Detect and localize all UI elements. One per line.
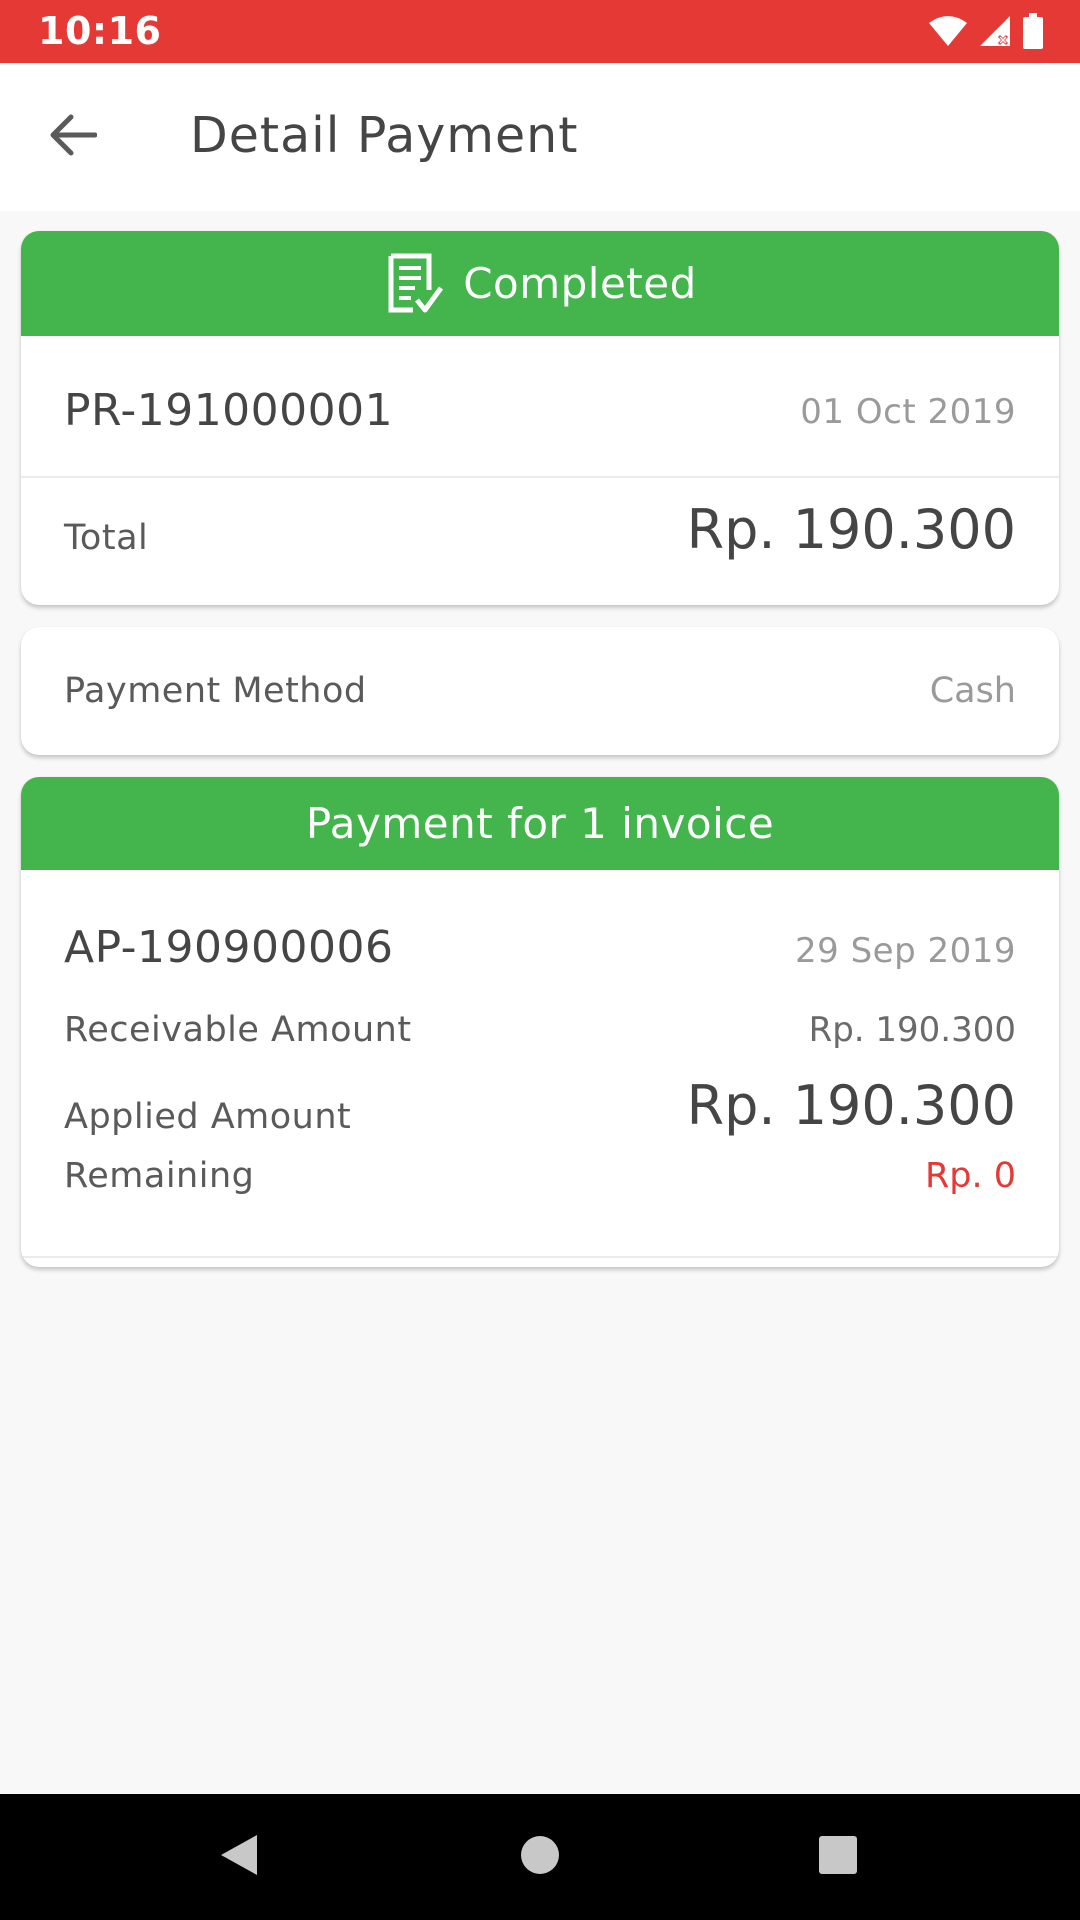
invoice-item[interactable]: AP-190900006 29 Sep 2019 Receivable Amou…: [21, 870, 1059, 1265]
remaining-label: Remaining: [64, 1156, 255, 1196]
invoice-number: AP-190900006: [64, 922, 394, 973]
payment-date: 01 Oct 2019: [800, 392, 1016, 432]
page-title: Detail Payment: [190, 107, 579, 164]
status-label: Completed: [463, 258, 697, 308]
invoices-header-label: Payment for 1 invoice: [305, 798, 775, 848]
receivable-amount-label: Receivable Amount: [64, 1010, 412, 1050]
receivable-amount-value: Rp. 190.300: [808, 1010, 1016, 1050]
back-triangle-icon: [217, 1831, 261, 1883]
nav-back-button[interactable]: [204, 1822, 274, 1892]
total-row: Total Rp. 190.300: [21, 478, 1059, 605]
applied-amount-value: Rp. 190.300: [686, 1074, 1016, 1137]
receipt-check-icon: [383, 252, 445, 316]
wifi-icon: [928, 15, 968, 47]
invoice-date: 29 Sep 2019: [795, 931, 1016, 971]
app-bar: Detail Payment: [0, 63, 1080, 211]
remaining-value: Rp. 0: [924, 1156, 1016, 1196]
total-amount: Rp. 190.300: [686, 498, 1016, 561]
total-label: Total: [64, 518, 149, 558]
status-time: 10:16: [38, 9, 162, 53]
invoices-card: Payment for 1 invoice AP-190900006 29 Se…: [21, 777, 1059, 1267]
divider: [21, 1256, 1059, 1258]
status-banner: Completed: [21, 231, 1059, 336]
nav-recents-button[interactable]: [803, 1822, 873, 1892]
recents-square-icon: [818, 1835, 858, 1879]
payment-summary-card: Completed PR-191000001 01 Oct 2019 Total…: [21, 231, 1059, 605]
home-circle-icon: [520, 1835, 560, 1879]
nav-home-button[interactable]: [505, 1822, 575, 1892]
payment-method-card: Payment Method Cash: [21, 627, 1059, 755]
status-icons: [918, 12, 1044, 50]
invoices-header: Payment for 1 invoice: [21, 777, 1059, 870]
payment-method-value: Cash: [929, 671, 1016, 711]
back-button[interactable]: [38, 109, 108, 165]
battery-icon: [1022, 13, 1044, 49]
payment-method-label: Payment Method: [64, 671, 367, 711]
navigation-bar: [0, 1794, 1080, 1920]
applied-amount-label: Applied Amount: [64, 1097, 352, 1137]
status-bar: 10:16: [0, 0, 1080, 63]
payment-id-row: PR-191000001 01 Oct 2019: [21, 336, 1059, 476]
payment-number: PR-191000001: [64, 385, 394, 436]
signal-icon: [978, 14, 1012, 48]
arrow-back-icon: [49, 114, 98, 160]
